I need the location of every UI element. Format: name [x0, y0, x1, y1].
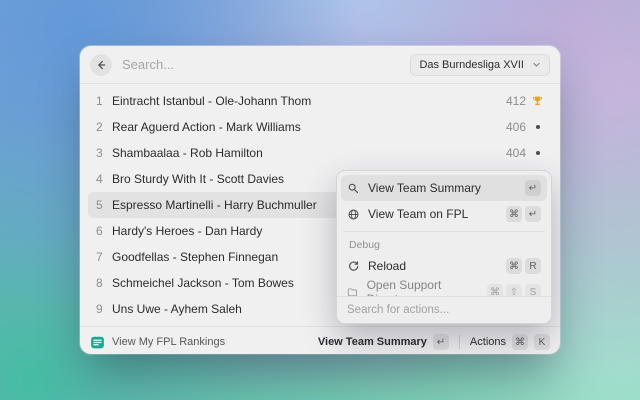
shortcut-keys: ⌘ ↵ [506, 206, 541, 222]
team-label: Schmeichel Jackson - Tom Bowes [112, 276, 294, 290]
shortcut-keys: ↵ [525, 180, 541, 196]
globe-icon [347, 208, 360, 221]
header-bar: Das Burndesliga XVII [80, 46, 560, 84]
r-keycap: R [525, 258, 541, 274]
action-menu-list: View Team Summary ↵ View Team on FPL ⌘ ↵ [337, 171, 551, 296]
rank-number: 7 [96, 250, 110, 264]
points-value: 404 [506, 146, 526, 160]
action-search-input[interactable] [347, 304, 541, 316]
dot-icon [536, 151, 540, 155]
team-label: Eintracht Istanbul - Ole-Johann Thom [112, 94, 311, 108]
action-item-open-support-directory[interactable]: Open Support Directory ⌘ ⇧ S [341, 279, 547, 296]
enter-keycap: ↵ [433, 334, 449, 350]
cmd-keycap: ⌘ [512, 334, 528, 350]
action-item-reload[interactable]: Reload ⌘ R [341, 253, 547, 279]
team-label: Hardy's Heroes - Dan Hardy [112, 224, 262, 238]
rank-number: 5 [96, 198, 110, 212]
league-dropdown-label: Das Burndesliga XVII [419, 59, 524, 71]
search-input[interactable] [122, 57, 410, 72]
team-label: Uns Uwe - Ayhem Saleh [112, 302, 242, 316]
shortcut-keys: ⌘ ⇧ S [487, 284, 541, 296]
team-label: Espresso Martinelli - Harry Buchmuller [112, 198, 317, 212]
s-keycap: S [525, 284, 541, 296]
trophy-icon [531, 95, 544, 108]
actions-menu-label[interactable]: Actions [470, 336, 506, 348]
reload-icon [347, 260, 360, 273]
action-item-label: Reload [368, 259, 406, 273]
rank-number: 8 [96, 276, 110, 290]
command-palette-window: Das Burndesliga XVII 1 Eintracht Istanbu… [80, 46, 560, 354]
status-bar: View My FPL Rankings View Team Summary ↵… [80, 326, 560, 354]
team-label: Shambaalaa - Rob Hamilton [112, 146, 263, 160]
primary-action-label[interactable]: View Team Summary [318, 336, 427, 348]
shift-keycap: ⇧ [506, 284, 522, 296]
points-value: 412 [506, 94, 526, 108]
enter-keycap: ↵ [525, 180, 541, 196]
action-menu-popup: View Team Summary ↵ View Team on FPL ⌘ ↵ [336, 170, 552, 324]
rankings-extension-icon [90, 335, 105, 350]
rank-number: 4 [96, 172, 110, 186]
rank-number: 6 [96, 224, 110, 238]
list-item[interactable]: 3 Shambaalaa - Rob Hamilton 404 [88, 140, 552, 166]
rank-badge [526, 151, 544, 155]
magnifier-icon [347, 182, 360, 195]
menu-divider [343, 231, 545, 232]
action-item-label: View Team on FPL [368, 207, 468, 221]
rank-number: 1 [96, 94, 110, 108]
folder-icon [347, 286, 359, 297]
shortcut-keys: ⌘ R [506, 258, 541, 274]
footer-actions: View Team Summary ↵ Actions ⌘ K [318, 334, 550, 350]
cmd-keycap: ⌘ [506, 258, 522, 274]
team-label: Bro Sturdy With It - Scott Davies [112, 172, 284, 186]
league-dropdown[interactable]: Das Burndesliga XVII [410, 54, 550, 76]
rank-badge [526, 125, 544, 129]
action-search-bar [337, 296, 551, 323]
extension-info[interactable]: View My FPL Rankings [90, 335, 225, 350]
k-keycap: K [534, 334, 550, 350]
cmd-keycap: ⌘ [506, 206, 522, 222]
list-item[interactable]: 2 Rear Aguerd Action - Mark Williams 406 [88, 114, 552, 140]
extension-label: View My FPL Rankings [112, 336, 225, 348]
enter-keycap: ↵ [525, 206, 541, 222]
list-item[interactable]: 1 Eintracht Istanbul - Ole-Johann Thom 4… [88, 88, 552, 114]
points-value: 406 [506, 120, 526, 134]
desktop-background: Das Burndesliga XVII 1 Eintracht Istanbu… [0, 0, 640, 400]
arrow-left-icon [95, 59, 107, 71]
footer-divider [459, 335, 460, 349]
rank-number: 3 [96, 146, 110, 160]
dot-icon [536, 125, 540, 129]
rank-number: 2 [96, 120, 110, 134]
chevron-down-icon [532, 60, 541, 69]
action-item-view-team-summary[interactable]: View Team Summary ↵ [341, 175, 547, 201]
cmd-keycap: ⌘ [487, 284, 503, 296]
team-label: Goodfellas - Stephen Finnegan [112, 250, 278, 264]
back-button[interactable] [90, 54, 112, 76]
rank-number: 9 [96, 302, 110, 316]
team-label: Rear Aguerd Action - Mark Williams [112, 120, 301, 134]
action-item-view-team-on-fpl[interactable]: View Team on FPL ⌘ ↵ [341, 201, 547, 227]
action-item-label: View Team Summary [368, 181, 481, 195]
action-item-label: Open Support Directory [367, 278, 479, 296]
rank-badge [526, 95, 544, 108]
debug-section-label: Debug [341, 236, 547, 253]
